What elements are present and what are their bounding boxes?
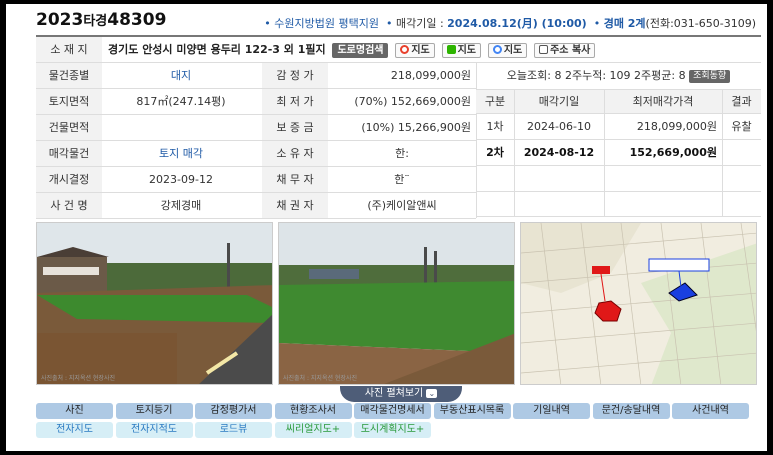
photo-caption: 사진출처 : 지지옥션 현장사진: [41, 375, 115, 382]
nav-button[interactable]: 감정평가서: [195, 403, 272, 419]
land-area: 817㎡(247.14평): [136, 95, 226, 108]
naver-icon: [446, 44, 456, 54]
owner: 한:: [395, 147, 409, 160]
cadastral-map[interactable]: [520, 222, 757, 385]
field-photo-image: [279, 223, 514, 384]
appraisal-price: 218,099,000원: [390, 69, 471, 82]
sale-object[interactable]: 토지 매각: [102, 141, 260, 166]
auction-dept: 경매 2계: [603, 17, 646, 30]
field-photo-image: [37, 223, 272, 384]
property-photo-2[interactable]: 사진출처 : 지지옥션 현장사진: [278, 222, 515, 385]
road-name-search-button[interactable]: 도로명검색: [332, 42, 389, 58]
court-name[interactable]: 수원지방법원 평택지원: [274, 17, 379, 30]
nav-button[interactable]: 문건/송달내역: [592, 403, 670, 419]
copy-icon: [539, 44, 549, 54]
case-name: 강제경매: [160, 199, 202, 212]
address-row: 소 재 지 경기도 안성시 미양면 용두리 122-3 외 1필지 도로명검색 …: [36, 37, 761, 63]
minimum-price: (70%) 152,669,000원: [354, 95, 471, 108]
view-count: 오늘조회: 8 2주누적: 109 2주평균: 8 조회동향: [476, 63, 761, 89]
nav-button[interactable]: 토지등기: [115, 403, 193, 419]
chevron-down-icon: ⌄: [426, 389, 438, 398]
case-name-row: 사 건 명 강제경매 채 권 자 (주)케이알앤씨: [36, 193, 476, 219]
nav-button[interactable]: 현황조사서: [274, 403, 352, 419]
history-header: 구분 매각기일 최저매각가격 결과: [476, 89, 761, 114]
type-row: 물건종별 대지 감 정 가 218,099,000원: [36, 63, 476, 89]
auction-detail-panel: 2023타경48309 • 수원지방법원 평택지원 • 매각기일 : 2024.…: [6, 4, 767, 451]
land-row: 토지면적 817㎡(247.14평) 최 저 가 (70%) 152,669,0…: [36, 89, 476, 115]
nav-button[interactable]: 매각물건명세서: [354, 403, 431, 419]
map-nav-button[interactable]: 도시계획지도+: [354, 422, 431, 438]
history-row: 1차 2024-06-10 218,099,000원 유찰: [476, 114, 761, 140]
daum-icon: [400, 44, 410, 54]
google-icon: [492, 44, 502, 54]
debtor: 한¨: [394, 173, 410, 186]
building-area: [102, 115, 260, 140]
nav-button[interactable]: 기일내역: [513, 403, 590, 419]
sale-history-table: 구분 매각기일 최저매각가격 결과 1차 2024-06-10 218,099,…: [476, 89, 761, 217]
view-trend-button[interactable]: 조회동향: [689, 70, 731, 83]
copy-address-button[interactable]: 주소 복사: [534, 42, 596, 58]
case-header: 2023타경48309 • 수원지방법원 평택지원 • 매각기일 : 2024.…: [36, 10, 761, 32]
start-date: 2023-09-12: [149, 173, 213, 186]
property-photo-1[interactable]: 사진출처 : 지지옥션 현장사진: [36, 222, 273, 385]
cadastral-map-image: [521, 223, 756, 384]
property-info-table: 소 재 지 경기도 안성시 미양면 용두리 122-3 외 1필지 도로명검색 …: [36, 35, 761, 219]
deposit: (10%) 15,266,900원: [361, 121, 471, 134]
address: 경기도 안성시 미양면 용두리 122-3 외 1필지 도로명검색 지도 지도 …: [108, 37, 758, 62]
nav-button[interactable]: 부동산표시목록: [433, 403, 511, 419]
building-row: 건물면적 보 증 금 (10%) 15,266,900원: [36, 115, 476, 141]
view-all-photos-button[interactable]: 사진 펼쳐보기 ⌄: [340, 386, 462, 402]
nav-button[interactable]: 사진: [36, 403, 113, 419]
map-nav-button[interactable]: 전자지도: [36, 422, 113, 438]
creditor: (주)케이알앤씨: [367, 199, 437, 212]
start-row: 개시결정 2023-09-12 채 무 자 한¨: [36, 167, 476, 193]
google-map-button[interactable]: 지도: [487, 42, 528, 58]
daum-map-button[interactable]: 지도: [395, 42, 435, 58]
case-info: • 수원지방법원 평택지원 • 매각기일 : 2024.08.12(月) (10…: [264, 17, 756, 30]
nav-button[interactable]: 사건내역: [672, 403, 749, 419]
court-phone: (전화:031-650-3109): [645, 17, 756, 30]
sale-object-row: 매각물건 토지 매각 소 유 자 한:: [36, 141, 476, 167]
map-nav-button[interactable]: 씨리얼지도+: [274, 422, 352, 438]
photo-caption: 사진출처 : 지지옥션 현장사진: [283, 375, 357, 382]
history-row: 2차 2024-08-12 152,669,000원: [476, 140, 761, 166]
map-nav-button[interactable]: 로드뷰: [195, 422, 272, 438]
map-nav-button[interactable]: 전자지적도: [115, 422, 193, 438]
naver-map-button[interactable]: 지도: [441, 42, 481, 58]
case-number: 2023타경48309: [36, 10, 167, 30]
property-type[interactable]: 대지: [102, 63, 260, 88]
sale-date: 2024.08.12(月) (10:00): [447, 17, 587, 30]
